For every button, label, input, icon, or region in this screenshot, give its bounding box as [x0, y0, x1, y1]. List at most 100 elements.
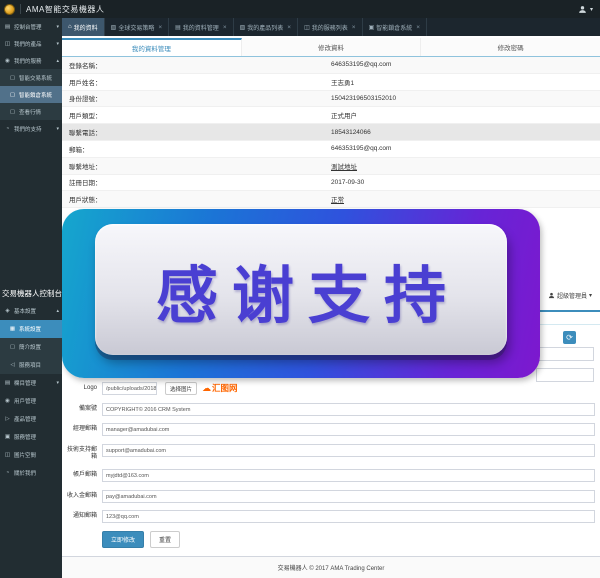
tab-smart-lock-system[interactable]: ▣ 智能鎖倉系統 × — [363, 18, 427, 36]
account-email-input[interactable]: myjdtd@163.com — [102, 469, 595, 482]
submit-button[interactable]: 立即修改 — [102, 531, 144, 548]
settings-row-buttons: 立即修改 重置 — [62, 531, 600, 548]
admin-label: 超級管理員 — [557, 291, 587, 300]
sidebar-item-about-us[interactable]: ◔ 關於我們 — [0, 464, 62, 482]
table-row-id-number: 身份證號： 150423196503152010 — [62, 91, 600, 108]
table-row-user-status: 用戶狀態： 正常 — [62, 191, 600, 208]
home-icon: ⌂ — [68, 24, 72, 30]
sidebar-item-view-market[interactable]: ▢ 查看行情 — [0, 103, 62, 120]
sidebar-item-smart-trading-system[interactable]: ▢ 智能交易系統 — [0, 69, 62, 86]
record-number-input[interactable]: COPYRIGHT© 2016 CRM System — [102, 403, 595, 416]
settings-row-income-email: 收入金郵箱 pay@amadubai.com — [62, 490, 600, 503]
footer-text: 交易機器人 © 2017 AMA Trading Center — [278, 563, 385, 572]
file-icon: ▢ — [9, 344, 16, 350]
user-icon — [578, 5, 587, 14]
profile-table: 登錄名稱： 646353195@qq.com 用戶姓名： 王志勇1 身份證號： … — [62, 57, 600, 208]
close-icon[interactable]: × — [352, 24, 356, 31]
info-icon: ◔ — [4, 470, 11, 476]
file-icon: ▢ — [9, 109, 16, 115]
table-row-user-name: 用戶姓名： 王志勇1 — [62, 74, 600, 91]
sidebar-item-service-items[interactable]: ◁ 服務項目 — [0, 356, 62, 374]
settings-row-logo: Logo /public/uploads/20180902/0 选择图片 ☁ 汇… — [62, 382, 600, 395]
table-row-register-date: 註冊日期： 2017-09-30 — [62, 175, 600, 192]
exchange-icon: ◁ — [9, 362, 16, 368]
hidden-input-fragment[interactable] — [536, 368, 594, 382]
sidebar-settings-menu: ◈ 基本設置 ▴ ▦ 系統設置 ▢ 簡介設置 ◁ 服務項目 ▤ 欄目管理 ▾ ◉… — [0, 302, 62, 482]
chevron-up-icon: ▴ — [56, 58, 59, 64]
refresh-icon: ⟳ — [566, 333, 573, 342]
refresh-button[interactable]: ⟳ — [563, 331, 576, 344]
sidebar-item-intro-settings[interactable]: ▢ 簡介設置 — [0, 338, 62, 356]
support-email-input[interactable]: support@amadubai.com — [102, 444, 595, 457]
settings-row-manager-email: 經理郵箱 manager@amadubai.com — [62, 423, 600, 436]
sidebar-item-service-management[interactable]: ▣ 服務管理 — [0, 428, 62, 446]
book-icon: ▣ — [369, 24, 375, 31]
table-row-address: 聯繫地址： 測試地址 — [62, 158, 600, 175]
folder-icon: ▤ — [4, 380, 11, 386]
close-icon[interactable]: × — [287, 24, 291, 31]
admin-dropdown[interactable]: 超級管理員 ▾ — [548, 291, 592, 300]
chevron-down-icon: ▾ — [589, 292, 592, 299]
sidebar-item-smart-lock-system[interactable]: ▢ 智能鎖倉系統 — [0, 86, 62, 103]
products-icon: ◫ — [4, 41, 11, 47]
chevron-down-icon: ▾ — [56, 126, 59, 132]
notify-email-input[interactable]: 123@qq.com — [102, 510, 595, 523]
tab-my-profile[interactable]: ⌂ 我的資料 — [62, 18, 105, 36]
sitemap-icon: ▧ — [240, 24, 246, 31]
services-icon: ◉ — [4, 58, 11, 64]
sidebar-item-column-management[interactable]: ▤ 欄目管理 ▾ — [0, 374, 62, 392]
sidebar-item-basic-settings[interactable]: ◈ 基本設置 ▴ — [0, 302, 62, 320]
close-icon[interactable]: × — [158, 24, 162, 31]
close-icon[interactable]: × — [223, 24, 227, 31]
subtab-profile-management[interactable]: 我的資料管理 — [62, 38, 242, 56]
thanks-banner-text: 感谢支持 — [142, 245, 460, 335]
sidebar-spacer — [0, 137, 62, 284]
user-menu-button[interactable]: ▾ — [578, 0, 593, 18]
user-icon: ◉ — [4, 398, 11, 404]
logo-label: Logo — [62, 382, 102, 392]
settings-row-support-email: 技術支持郵箱 support@amadubai.com — [62, 444, 600, 461]
grid-icon: ▦ — [9, 326, 16, 332]
support-icon: ◔ — [4, 126, 11, 132]
profile-subtabs: 我的資料管理 修改資料 修改密碼 — [62, 38, 600, 57]
chevron-down-icon: ▾ — [56, 380, 59, 386]
sidebar-item-console-management[interactable]: ▤ 控制台管理 ▾ — [0, 18, 62, 35]
reset-button[interactable]: 重置 — [150, 531, 180, 548]
sidebar-item-user-management[interactable]: ◉ 用戶管理 — [0, 392, 62, 410]
close-icon[interactable]: × — [416, 24, 420, 31]
form-icon: ▤ — [175, 24, 181, 31]
settings-row-account-email: 帳戶郵箱 myjdtd@163.com — [62, 469, 600, 482]
sidebar-item-our-support[interactable]: ◔ 我們的支持 ▾ — [0, 120, 62, 137]
panel-divider — [534, 324, 600, 325]
table-row-email: 郵箱： 646353195@qq.com — [62, 141, 600, 158]
subtab-change-password[interactable]: 修改密碼 — [421, 38, 600, 56]
huitu-brand-logo: ☁ 汇图网 — [202, 382, 238, 394]
hidden-input-fragment[interactable] — [536, 347, 594, 361]
settings-row-notify-email: 通知郵箱 123@qq.com — [62, 510, 600, 523]
chevron-down-icon: ▾ — [56, 24, 59, 30]
tab-my-service-list[interactable]: ◫ 我的服務列表 × — [298, 18, 362, 36]
share-icon: ◈ — [4, 308, 11, 314]
sidebar-item-image-space[interactable]: ◫ 圖片空間 — [0, 446, 62, 464]
settings-row-record-number: 備案號 COPYRIGHT© 2016 CRM System — [62, 403, 600, 416]
sidebar-item-system-settings[interactable]: ▦ 系統設置 — [0, 320, 62, 338]
chevron-up-icon: ▴ — [56, 308, 59, 314]
tab-my-product-list[interactable]: ▧ 我的產品列表 × — [234, 18, 298, 36]
logo-path-input[interactable]: /public/uploads/20180902/0 — [102, 382, 157, 395]
sidebar-item-product-management[interactable]: ▷ 產品管理 — [0, 410, 62, 428]
image-icon: ◫ — [4, 452, 11, 458]
table-row-user-type: 用戶類型： 正式用户 — [62, 107, 600, 124]
manager-email-input[interactable]: manager@amadubai.com — [102, 423, 595, 436]
income-email-input[interactable]: pay@amadubai.com — [102, 490, 595, 503]
app-logo-icon — [4, 4, 15, 15]
sidebar-item-our-services[interactable]: ◉ 我們的服務 ▴ — [0, 52, 62, 69]
thanks-banner: 感谢支持 — [62, 209, 540, 378]
tab-bar: ⌂ 我的資料 ▧ 全球交易策略 × ▤ 我的資料管理 × ▧ 我的產品列表 × … — [62, 18, 600, 36]
select-image-button[interactable]: 选择图片 — [165, 382, 197, 395]
chevron-down-icon: ▾ — [590, 6, 593, 13]
tab-global-trading-strategy[interactable]: ▧ 全球交易策略 × — [105, 18, 169, 36]
tab-my-profile-management[interactable]: ▤ 我的資料管理 × — [169, 18, 233, 36]
book-icon: ▣ — [4, 434, 11, 440]
subtab-edit-profile[interactable]: 修改資料 — [242, 38, 422, 56]
sidebar-item-our-products[interactable]: ◫ 我們的產品 ▾ — [0, 35, 62, 52]
